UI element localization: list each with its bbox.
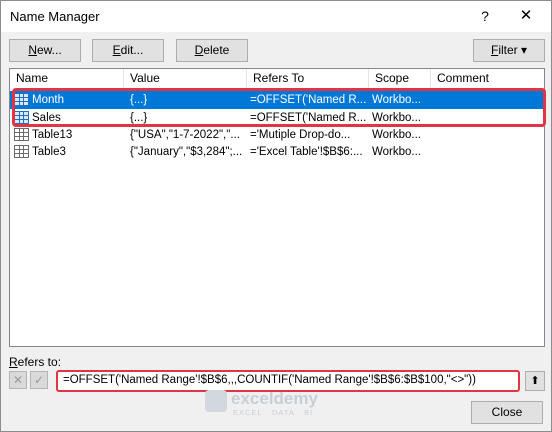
- column-header-name[interactable]: Name: [10, 69, 124, 88]
- column-header-scope[interactable]: Scope: [369, 69, 431, 88]
- refers-to-cell: ='Mutiple Drop-do...: [250, 129, 351, 141]
- collapse-dialog-icon[interactable]: ⬆: [525, 371, 545, 391]
- refers-label-mnemonic: R: [9, 355, 18, 369]
- scope-cell: Workbo...: [372, 146, 421, 158]
- annotation-highlight-box: [12, 88, 546, 127]
- cancel-icon[interactable]: ✕: [9, 371, 27, 389]
- new-label: ew...: [36, 43, 62, 57]
- new-label-mnemonic: N: [28, 43, 37, 57]
- name-cell: Table13: [32, 129, 73, 141]
- column-header-refers-to[interactable]: Refers To: [247, 69, 369, 88]
- edit-button[interactable]: Edit...: [92, 39, 164, 62]
- list-item-table13[interactable]: Table13 {"USA","1-7-2022","... ='Mutiple…: [10, 126, 544, 144]
- refers-label-text: efers to:: [17, 355, 62, 369]
- window-title: Name Manager: [10, 9, 100, 24]
- table-icon: [14, 145, 29, 158]
- filter-button[interactable]: Filter ▾: [473, 39, 545, 62]
- table-icon: [14, 128, 29, 141]
- edit-label-mnemonic: E: [112, 43, 121, 57]
- name-manager-dialog: Name Manager ? ✕ New... Edit... Delete F…: [0, 0, 552, 432]
- refers-to-cell: ='Excel Table'!$B$6:...: [250, 146, 363, 158]
- filter-label: ilter ▾: [498, 43, 528, 57]
- edit-label: dit...: [120, 43, 144, 57]
- column-header-comment[interactable]: Comment: [431, 69, 544, 88]
- new-button[interactable]: New...: [9, 39, 81, 62]
- scope-cell: Workbo...: [372, 129, 421, 141]
- exceldemy-logo-icon: [205, 390, 227, 412]
- delete-button[interactable]: Delete: [176, 39, 248, 62]
- watermark-tagline: EXCEL · DATA · BI: [233, 408, 314, 417]
- list-item-table3[interactable]: Table3 {"January","$3,284";... ='Excel T…: [10, 143, 544, 161]
- column-header-value[interactable]: Value: [124, 69, 247, 88]
- watermark-name: exceldemy: [231, 389, 318, 408]
- checkmark-icon[interactable]: ✓: [30, 371, 48, 389]
- delete-label: elete: [203, 43, 230, 57]
- value-cell: {"USA","1-7-2022","...: [130, 129, 240, 141]
- list-header: Name Value Refers To Scope Comment: [10, 69, 544, 88]
- close-window-button[interactable]: ✕: [511, 5, 541, 27]
- name-cell: Table3: [32, 146, 66, 158]
- help-button[interactable]: ?: [471, 5, 499, 27]
- refers-to-label: Refers to:: [9, 355, 61, 369]
- title-bar: Name Manager ? ✕: [1, 1, 551, 32]
- close-button[interactable]: Close: [471, 401, 543, 424]
- delete-label-mnemonic: D: [194, 43, 204, 57]
- value-cell: {"January","$3,284";...: [130, 146, 242, 158]
